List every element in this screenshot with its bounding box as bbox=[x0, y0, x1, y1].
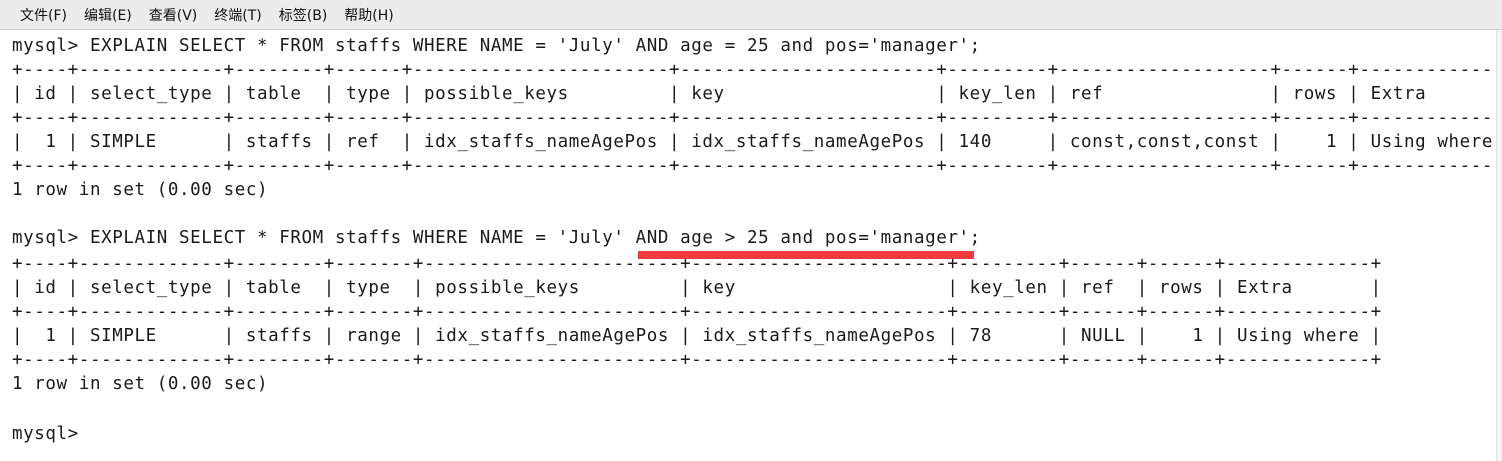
table-header-row: | id | select_type | table | type | poss… bbox=[12, 278, 1382, 298]
result-summary: 1 row in set (0.00 sec) bbox=[12, 180, 269, 200]
table-border: +----+-------------+--------+------+----… bbox=[12, 156, 1502, 176]
menu-bar: 文件(F) 编辑(E) 查看(V) 终端(T) 标签(B) 帮助(H) bbox=[0, 0, 1502, 30]
scrollbar[interactable] bbox=[1496, 30, 1502, 461]
table-row: | 1 | SIMPLE | staffs | ref | idx_staffs… bbox=[12, 132, 1502, 152]
table-header-row: | id | select_type | table | type | poss… bbox=[12, 84, 1502, 104]
menu-edit[interactable]: 编辑(E) bbox=[84, 5, 132, 25]
table-border: +----+-------------+--------+-------+---… bbox=[12, 350, 1382, 370]
menu-terminal[interactable]: 终端(T) bbox=[214, 5, 261, 25]
menu-file[interactable]: 文件(F) bbox=[20, 5, 67, 25]
terminal-line-command-2: mysql> EXPLAIN SELECT * FROM staffs WHER… bbox=[12, 228, 981, 248]
terminal-output[interactable]: mysql> EXPLAIN SELECT * FROM staffs WHER… bbox=[0, 30, 1502, 461]
result-summary: 1 row in set (0.00 sec) bbox=[12, 374, 269, 394]
terminal-prompt[interactable]: mysql> bbox=[12, 422, 79, 446]
terminal-line-command-1: mysql> EXPLAIN SELECT * FROM staffs WHER… bbox=[12, 36, 981, 56]
table-border: +----+-------------+--------+------+----… bbox=[12, 108, 1502, 128]
menu-view[interactable]: 查看(V) bbox=[149, 5, 198, 25]
table-border: +----+-------------+--------+------+----… bbox=[12, 60, 1502, 80]
menu-tabs[interactable]: 标签(B) bbox=[279, 5, 328, 25]
menu-help[interactable]: 帮助(H) bbox=[344, 5, 393, 25]
table-border: +----+-------------+--------+-------+---… bbox=[12, 302, 1382, 322]
table-border: +----+-------------+--------+-------+---… bbox=[12, 254, 1382, 274]
table-row: | 1 | SIMPLE | staffs | range | idx_staf… bbox=[12, 326, 1382, 346]
